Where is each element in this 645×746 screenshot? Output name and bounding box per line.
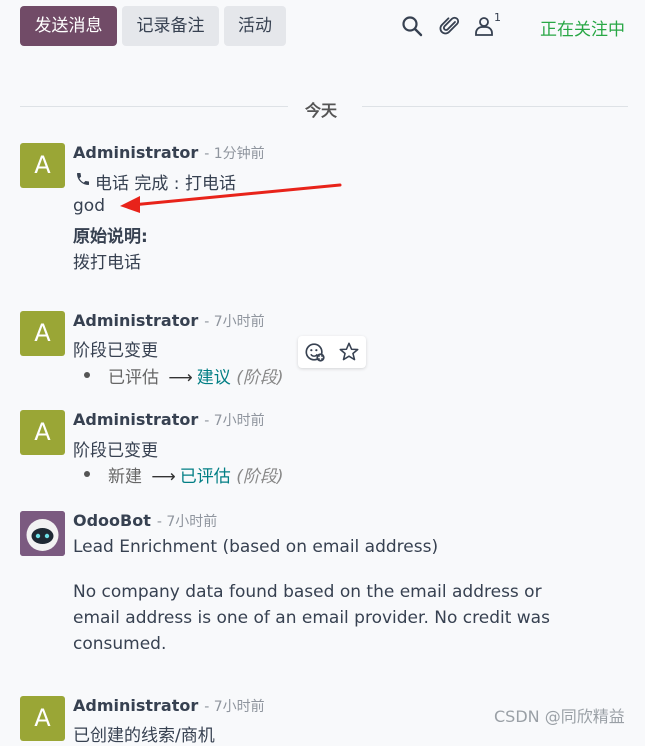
message-author[interactable]: Administrator (73, 311, 198, 330)
message-body: god (73, 196, 105, 216)
message-body: 阶段已变更 (73, 441, 158, 461)
following-button[interactable]: 正在关注中 (540, 15, 625, 40)
arrow-right-icon: ⟶ (151, 467, 176, 487)
old-value: 新建 (108, 467, 142, 487)
message-time: - 7小时前 (204, 314, 265, 330)
avatar[interactable]: A (20, 143, 65, 188)
avatar[interactable]: A (20, 696, 65, 741)
annotation-arrow (120, 183, 342, 213)
tracking-value-line: 已评估 ⟶ 建议 (阶段) (108, 363, 283, 388)
avatar[interactable]: A (20, 311, 65, 356)
message-body: 阶段已变更 (73, 341, 158, 361)
follower-icon[interactable] (472, 14, 496, 38)
message-body-line: email address is one of an email provide… (73, 608, 550, 628)
watermark: CSDN @同欣精益 (494, 707, 625, 726)
activity-button[interactable]: 活动 (224, 6, 286, 46)
message-time: - 7小时前 (156, 514, 218, 530)
date-divider: 今天 (305, 101, 338, 120)
message-author[interactable]: Administrator (73, 143, 198, 162)
divider-line-right (362, 106, 628, 107)
old-value: 已评估 (108, 368, 159, 388)
avatar[interactable]: A (20, 410, 65, 455)
message-time: - 1分钟前 (204, 146, 265, 162)
chatter-toolbar: 发送消息 记录备注 活动 1 正在关注中 (0, 0, 645, 54)
divider-line-left (20, 106, 288, 107)
paperclip-icon[interactable] (438, 14, 462, 38)
send-message-button[interactable]: 发送消息 (20, 6, 117, 46)
message-time: - 7小时前 (204, 699, 265, 715)
arrow-right-icon: ⟶ (168, 368, 193, 388)
message-body-line: consumed. (73, 634, 167, 654)
message-actions (298, 336, 366, 368)
message-author[interactable]: OdooBot (73, 511, 151, 530)
message-author[interactable]: Administrator (73, 410, 198, 429)
bullet (84, 372, 90, 378)
field-name: (阶段) (236, 467, 284, 487)
message-body: 已创建的线索/商机 (73, 726, 215, 746)
message-body-line: No company data found based on the email… (73, 582, 542, 602)
new-value: 建议 (196, 368, 231, 388)
original-note-text: 拨打电话 (73, 253, 141, 273)
tracking-value-line: 新建 ⟶ 已评估 (阶段) (108, 462, 283, 487)
original-note-label: 原始说明: (73, 227, 148, 247)
follower-count: 1 (494, 11, 501, 24)
add-reaction-icon[interactable] (304, 341, 326, 363)
log-note-button[interactable]: 记录备注 (122, 6, 219, 46)
new-value: 已评估 (179, 467, 231, 487)
search-icon[interactable] (400, 14, 424, 38)
phone-icon (77, 173, 89, 185)
message-title: Lead Enrichment (based on email address) (73, 537, 439, 557)
odoobot-avatar[interactable] (20, 511, 65, 556)
star-icon[interactable] (338, 341, 360, 363)
bullet (84, 471, 90, 477)
field-name: (阶段) (236, 368, 284, 388)
robot-icon (20, 511, 65, 556)
message-author[interactable]: Administrator (73, 696, 198, 715)
message-time: - 7小时前 (204, 413, 265, 429)
